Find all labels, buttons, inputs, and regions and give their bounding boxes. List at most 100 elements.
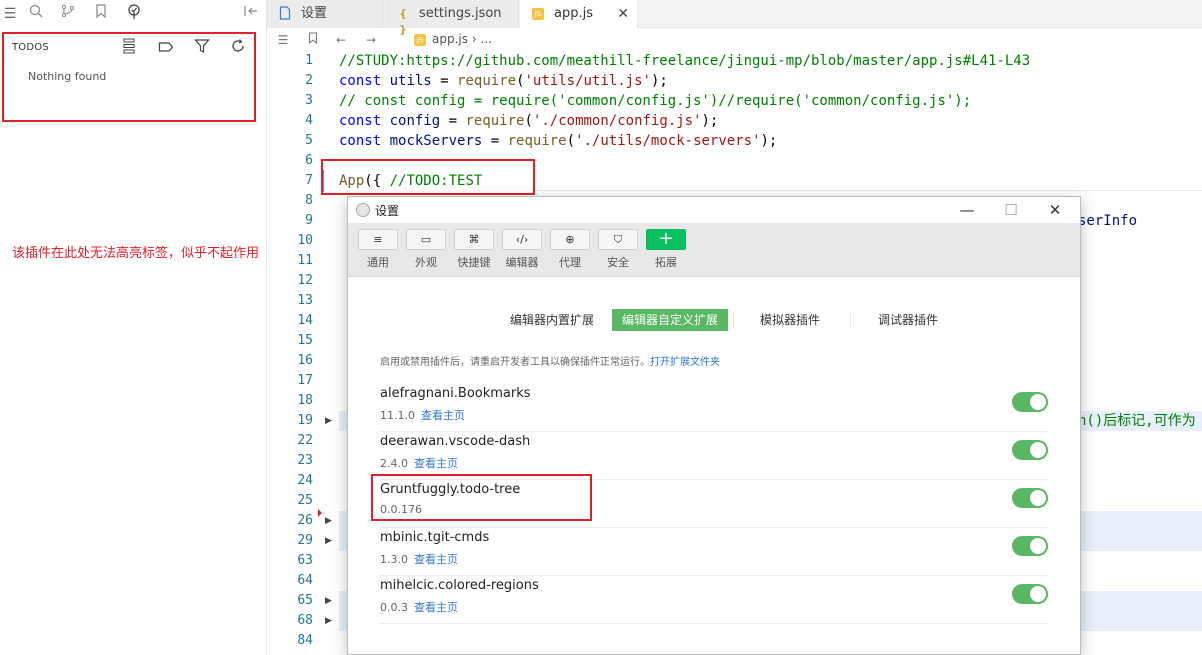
fold-chevron-icon[interactable]: ▶ xyxy=(325,611,335,631)
tab-label: 设置 xyxy=(301,6,328,21)
fold-chevron-icon[interactable]: ▶ xyxy=(325,591,335,611)
editor-tabs: 设置 { } settings.json JS app.js ✕ xyxy=(267,0,1202,36)
filter-icon[interactable] xyxy=(194,38,212,56)
extension-enable-toggle[interactable] xyxy=(1012,392,1048,412)
collapse-panel-icon[interactable] xyxy=(241,4,261,24)
extension-version: 2.4.0 xyxy=(380,457,408,470)
extension-version: 0.0.3 xyxy=(380,601,408,614)
extension-enable-toggle[interactable] xyxy=(1012,584,1048,604)
toolbar-item-label: 外观 xyxy=(415,256,437,269)
maximize-icon[interactable]: ☐ xyxy=(998,199,1024,221)
toolbar-item-3[interactable]: ‹/› 编辑器 xyxy=(502,229,542,270)
todo-tree-icon[interactable] xyxy=(124,4,144,24)
toolbar-item-1[interactable]: ▭ 外观 xyxy=(406,229,446,270)
line-number: 9 xyxy=(305,213,313,228)
extension-meta: 2.4.0 查看主页 xyxy=(380,455,458,471)
annotation-box-todo-tree xyxy=(371,474,592,521)
line-number: 11 xyxy=(297,253,313,268)
tag-icon[interactable] xyxy=(158,39,176,57)
close-icon[interactable]: ✕ xyxy=(617,0,629,28)
toolbar-item-6[interactable]: + 拓展 xyxy=(646,229,686,270)
app-logo-icon xyxy=(356,203,370,217)
back-arrow-icon[interactable]: ← xyxy=(333,32,349,48)
divider xyxy=(536,190,1202,191)
dialog-titlebar: 设置 — ☐ ✕ xyxy=(348,197,1080,223)
open-extensions-folder-link[interactable]: 打开扩展文件夹 xyxy=(650,357,720,368)
dialog-title: 设置 xyxy=(375,204,400,218)
breadcrumb-path[interactable]: JS app.js › ... xyxy=(414,32,492,46)
todos-empty-text: Nothing found xyxy=(28,70,107,83)
subtab-divider xyxy=(850,313,851,327)
annotation-note: 该插件在此处无法高亮标签，似乎不起作用 xyxy=(12,246,260,261)
line-number: 63 xyxy=(297,553,313,568)
bookmark-icon[interactable] xyxy=(91,4,111,24)
fold-chevron-icon[interactable]: ▶ xyxy=(325,531,335,551)
minimize-icon[interactable]: — xyxy=(954,199,980,221)
extension-meta: 1.3.0 查看主页 xyxy=(380,551,458,567)
extension-name: mbinic.tgit-cmds xyxy=(380,530,490,545)
extension-homepage-link[interactable]: 查看主页 xyxy=(414,457,458,470)
annotation-box-app-todo xyxy=(321,159,535,195)
toolbar-item-5[interactable]: ⛉ 安全 xyxy=(598,229,638,270)
extension-homepage-link[interactable]: 查看主页 xyxy=(414,601,458,614)
line-number: 84 xyxy=(297,633,313,648)
command-key-icon: ⌘ xyxy=(454,229,494,250)
extension-homepage-link[interactable]: 查看主页 xyxy=(421,409,465,422)
toolbar-item-label: 快捷键 xyxy=(457,256,491,269)
code-line: const config = require('./common/config.… xyxy=(339,113,719,129)
extension-row: mihelcic.colored-regions 0.0.3 查看主页 xyxy=(380,576,1048,624)
todos-panel: TODOS Nothing found xyxy=(2,32,256,122)
list-icon[interactable]: ☰ xyxy=(275,32,291,48)
tab-settings-json[interactable]: { } settings.json xyxy=(385,0,519,36)
subtab-3[interactable]: 调试器插件 xyxy=(868,309,948,331)
extension-name: mihelcic.colored-regions xyxy=(380,578,539,593)
globe-icon: ⊕ xyxy=(550,229,590,250)
list-view-icon[interactable] xyxy=(122,38,140,56)
line-number: 10 xyxy=(297,233,313,248)
extension-enable-toggle[interactable] xyxy=(1012,536,1048,556)
extension-subtabs: 编辑器内置扩展 编辑器自定义扩展 模拟器插件 调试器插件 xyxy=(348,309,1080,331)
js-file-icon: JS xyxy=(414,33,426,46)
line-number: 24 xyxy=(297,473,313,488)
shield-icon: ⛉ xyxy=(598,229,638,250)
toolbar-item-label: 编辑器 xyxy=(505,256,539,269)
extension-homepage-link[interactable]: 查看主页 xyxy=(414,553,458,566)
tab-settings-ui[interactable]: 设置 xyxy=(267,0,384,28)
line-number: 68 xyxy=(297,613,313,628)
extension-row: alefragnani.Bookmarks 11.1.0 查看主页 xyxy=(380,384,1048,432)
menu-icon[interactable]: ☰ xyxy=(0,4,20,24)
code-line: serInfo xyxy=(1078,213,1138,229)
line-number: 19 xyxy=(297,413,313,428)
extension-enable-toggle[interactable] xyxy=(1012,488,1048,508)
line-number: 64 xyxy=(297,573,313,588)
line-number: 29 xyxy=(297,533,313,548)
breadcrumb: ☰ ← → JS app.js › ... xyxy=(267,29,1202,51)
todos-title: TODOS xyxy=(12,42,49,53)
toolbar-item-4[interactable]: ⊕ 代理 xyxy=(550,229,590,270)
subtab-1[interactable]: 编辑器自定义扩展 xyxy=(612,309,729,331)
source-control-icon[interactable] xyxy=(58,4,78,24)
tab-app-js[interactable]: JS app.js ✕ xyxy=(520,0,638,28)
restart-hint: 启用或禁用插件后，请重启开发者工具以确保插件正常运行。打开扩展文件夹 xyxy=(380,353,720,368)
bookmark-icon[interactable] xyxy=(305,32,321,48)
extension-enable-toggle[interactable] xyxy=(1012,440,1048,460)
line-number: 4 xyxy=(305,113,313,128)
line-number: 17 xyxy=(297,373,313,388)
toolbar-item-0[interactable]: ≡ 通用 xyxy=(358,229,398,270)
extension-version: 1.3.0 xyxy=(380,553,408,566)
fold-chevron-icon[interactable]: ▶ xyxy=(325,411,335,431)
line-number: 25 xyxy=(297,493,313,508)
subtab-0[interactable]: 编辑器内置扩展 xyxy=(500,309,604,331)
hint-text: 启用或禁用插件后，请重启开发者工具以确保插件正常运行。 xyxy=(380,357,650,368)
close-icon[interactable]: ✕ xyxy=(1042,199,1068,221)
subtab-2[interactable]: 模拟器插件 xyxy=(750,309,830,331)
breadcrumb-rest: › ... xyxy=(471,32,492,46)
line-number: 7 xyxy=(305,173,313,188)
fold-chevron-icon[interactable]: ▶ xyxy=(325,511,335,531)
refresh-icon[interactable] xyxy=(230,38,248,56)
forward-arrow-icon[interactable]: → xyxy=(363,32,379,48)
settings-dialog: 设置 — ☐ ✕ ≡ 通用 ▭ 外观 ⌘ 快捷键 ‹/› 编辑器 ⊕ 代理 ⛉ 安全 + 拓展 编辑器内置… xyxy=(347,196,1081,655)
code-line: const utils = require('utils/util.js'); xyxy=(339,73,668,89)
search-icon[interactable] xyxy=(26,4,46,24)
toolbar-item-2[interactable]: ⌘ 快捷键 xyxy=(454,229,494,270)
